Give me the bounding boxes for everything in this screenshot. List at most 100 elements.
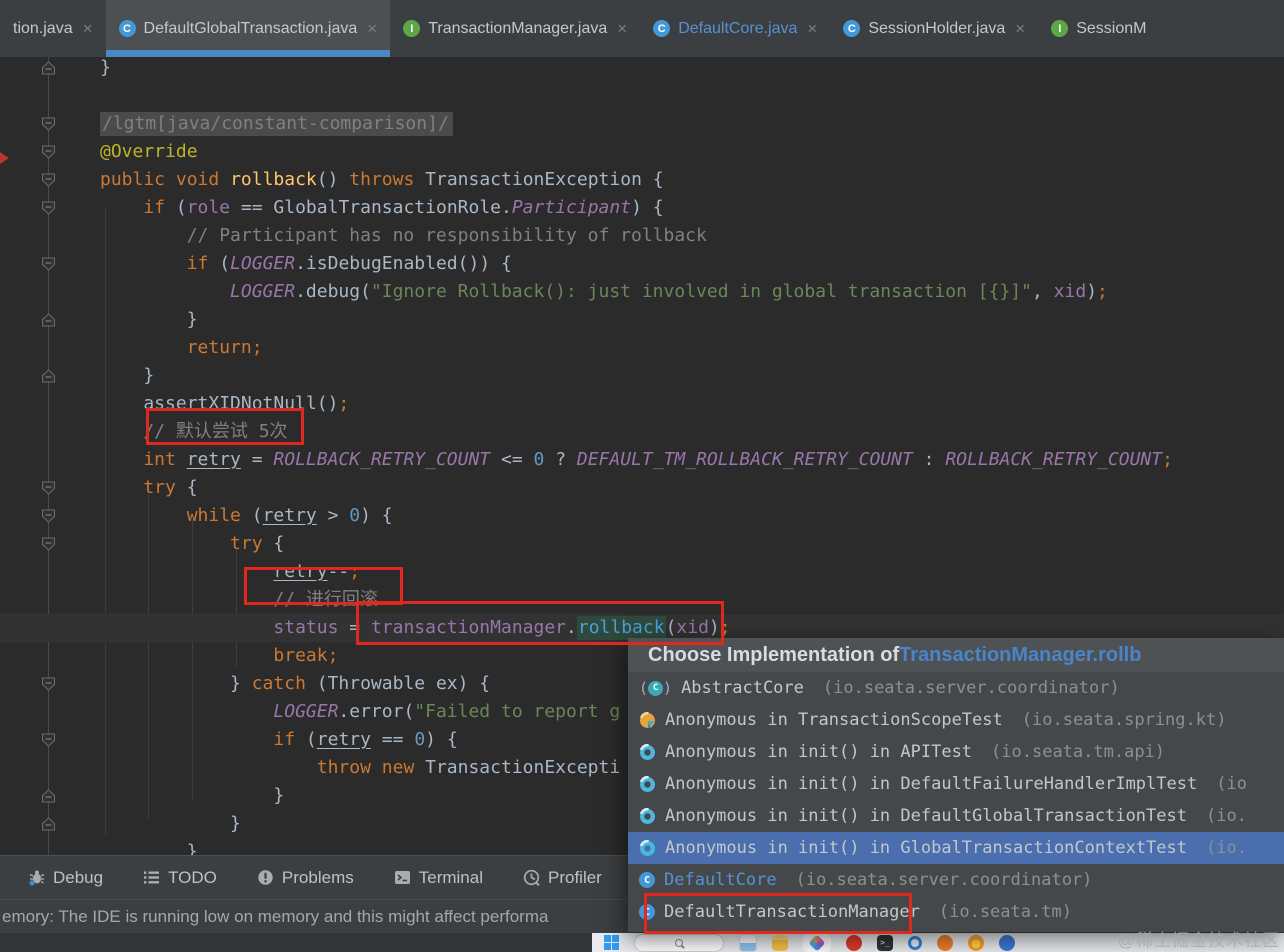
code-token: 0 <box>414 729 426 750</box>
implementation-item-abstractcore[interactable]: (C) AbstractCore (io.seata.server.coordina… <box>628 672 1284 704</box>
tab-sessionm[interactable]: I SessionM <box>1038 0 1159 57</box>
code-token: ( <box>165 197 187 218</box>
fold-collapse-icon[interactable] <box>41 117 56 131</box>
code-token: LOGGER <box>230 281 296 302</box>
implementation-item-anonymous-in-transactionscopetest[interactable]: Anonymous in TransactionScopeTest (io.sea… <box>628 704 1284 736</box>
code-token: if <box>143 197 166 218</box>
toolwindow-label: Debug <box>53 867 104 887</box>
fold-collapse-icon[interactable] <box>41 537 56 551</box>
popup-list: (C) AbstractCore (io.seata.server.coordina… <box>628 672 1284 928</box>
fold-collapse-icon[interactable] <box>41 145 56 159</box>
code-line-20: // 进行回滚 <box>0 586 1284 614</box>
close-icon[interactable]: × <box>367 19 377 39</box>
implementation-name: Anonymous in init() in GlobalTransaction… <box>665 838 1187 858</box>
fold-collapse-icon[interactable] <box>41 173 56 187</box>
implementation-item-defaulttransactionmanager[interactable]: C DefaultTransactionManager (io.seata.tm) <box>628 896 1284 928</box>
terminal-icon <box>394 869 411 886</box>
taskbar-icon-photos-active[interactable] <box>803 933 831 952</box>
fold-collapse-icon[interactable] <box>41 509 56 523</box>
low-memory-message: emory: The IDE is running low on memory … <box>2 907 549 926</box>
code-token: retry <box>316 729 371 750</box>
tab-sessionholder-java[interactable]: C SessionHolder.java × <box>830 0 1038 57</box>
toolwindow-profiler[interactable]: Profiler <box>523 868 602 888</box>
implementation-item-defaultcore[interactable]: C DefaultCore (io.seata.server.coordinator… <box>628 864 1284 896</box>
close-icon[interactable]: × <box>1015 19 1025 39</box>
close-icon[interactable]: × <box>617 19 627 39</box>
taskbar-icon-folder[interactable] <box>772 934 788 951</box>
fold-collapse-end-icon[interactable] <box>41 789 56 803</box>
fold-collapse-end-icon[interactable] <box>41 61 56 75</box>
code-token: return <box>186 337 252 358</box>
taskbar-search-box[interactable] <box>634 933 724 952</box>
annotation-red-arrow <box>0 152 9 164</box>
fold-collapse-icon[interactable] <box>41 201 56 215</box>
code-token: ; <box>327 645 339 666</box>
taskbar-icon-blue-app[interactable] <box>999 934 1015 951</box>
toolwindow-todo[interactable]: TODO <box>143 868 217 888</box>
code-token: retry <box>186 449 241 470</box>
code-token: @Override <box>100 141 198 162</box>
code-token: /lgtm[java/constant-comparison]/ <box>100 112 453 136</box>
fold-collapse-icon[interactable] <box>41 733 56 747</box>
toolwindow-label: TODO <box>168 867 217 887</box>
code-token: ) <box>1086 281 1098 302</box>
tab-tion-java[interactable]: tion.java × <box>0 0 106 57</box>
tab-defaultcore-java[interactable]: C DefaultCore.java × <box>640 0 830 57</box>
code-token: () <box>316 169 350 190</box>
fold-collapse-end-icon[interactable] <box>41 369 56 383</box>
fold-collapse-end-icon[interactable] <box>41 817 56 831</box>
close-icon[interactable]: × <box>83 19 93 39</box>
taskbar-icon-orange-app[interactable] <box>937 934 953 951</box>
code-line-4: @Override <box>0 138 1284 166</box>
class-icon: C <box>639 904 655 920</box>
code-line-19: retry--; <box>0 558 1284 586</box>
taskbar-icon-red-app[interactable] <box>846 934 862 951</box>
taskbar-icon-firefox[interactable] <box>968 934 984 951</box>
taskbar-icon-terminal[interactable]: >_ <box>877 934 893 951</box>
implementation-item-anonymous-in-init-in-defaultfailurehandlerimpltest[interactable]: Anonymous in init() in DefaultFailureHan… <box>628 768 1284 800</box>
implementation-name: DefaultTransactionManager <box>664 902 920 922</box>
code-token: } <box>100 57 111 78</box>
toolwindow-problems[interactable]: Problems <box>257 868 354 888</box>
fold-collapse-icon[interactable] <box>41 481 56 495</box>
code-token: } <box>143 365 155 386</box>
code-token: ; <box>349 561 361 582</box>
code-token: assertXIDNotNull() <box>143 393 339 414</box>
taskbar-icon-widget[interactable] <box>739 933 757 952</box>
fold-collapse-icon[interactable] <box>41 677 56 691</box>
implementation-item-anonymous-in-init-in-defaultglobaltransactiontest[interactable]: Anonymous in init() in DefaultGlobalTran… <box>628 800 1284 832</box>
close-icon[interactable]: × <box>807 19 817 39</box>
implementation-item-anonymous-in-init-in-globaltransactioncontexttest[interactable]: Anonymous in init() in GlobalTransaction… <box>628 832 1284 864</box>
taskbar-icon-edge[interactable] <box>908 935 922 950</box>
code-token: new <box>381 757 415 778</box>
code-token: ROLLBACK_RETRY_COUNT <box>945 449 1163 470</box>
fold-collapse-icon[interactable] <box>41 257 56 271</box>
toolwindow-debug[interactable]: Debug <box>28 868 103 888</box>
code-token: ; <box>1162 449 1173 470</box>
anonymous-class-icon <box>639 743 656 761</box>
tab-transactionmanager-java[interactable]: I TransactionManager.java × <box>390 0 640 57</box>
code-token: try <box>143 477 176 498</box>
code-token: ; <box>719 617 731 638</box>
tab-defaultglobaltransaction-java[interactable]: C DefaultGlobalTransaction.java × <box>105 0 391 57</box>
fold-collapse-end-icon[interactable] <box>41 313 56 327</box>
windows-logo-icon[interactable] <box>604 935 619 950</box>
toolwindow-terminal[interactable]: Terminal <box>394 868 483 888</box>
class-icon: C <box>843 20 861 37</box>
implementation-name: DefaultCore <box>664 870 777 890</box>
code-line-14: // 默认尝试 5次 <box>0 418 1284 446</box>
implementation-item-anonymous-in-init-in-apitest[interactable]: Anonymous in init() in APITest (io.seata.… <box>628 736 1284 768</box>
interface-icon: I <box>1051 20 1069 37</box>
tab-label: DefaultGlobalTransaction.java <box>143 19 358 37</box>
